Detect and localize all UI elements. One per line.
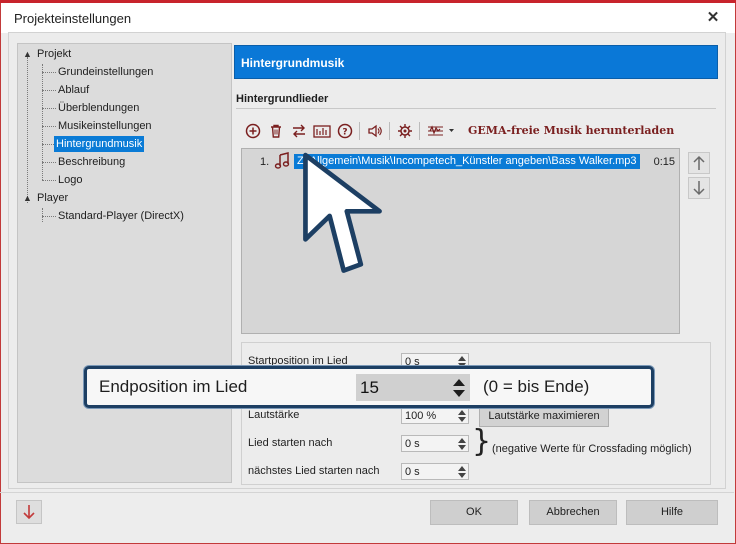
tree-item-musikeinstellungen[interactable]: Musikeinstellungen bbox=[56, 118, 154, 134]
start-after-stepper[interactable]: 0 s bbox=[401, 435, 469, 452]
tree-item-hintergrundmusik[interactable]: Hintergrundmusik bbox=[54, 136, 145, 152]
end-position-stepper[interactable]: 15 bbox=[356, 374, 470, 401]
help-icon[interactable]: ? bbox=[336, 122, 354, 140]
track-duration: 0:15 bbox=[653, 156, 675, 168]
settings-tree: ▲ ▲ Projekt Grundeinstellungen Ablauf Üb… bbox=[17, 43, 232, 483]
track-settings: Startposition im Lied 0 s Lautstärke 100… bbox=[241, 342, 711, 485]
move-down-button[interactable] bbox=[688, 177, 710, 199]
track-number: 1. bbox=[260, 156, 270, 168]
footer-arrow-button[interactable] bbox=[16, 500, 42, 524]
speaker-icon[interactable] bbox=[366, 122, 384, 140]
gema-download-link[interactable]: GEMA-freie Musik herunterladen bbox=[468, 124, 674, 137]
svg-text:?: ? bbox=[342, 128, 347, 138]
next-after-stepper[interactable]: 0 s bbox=[401, 463, 469, 480]
delete-icon[interactable] bbox=[267, 122, 285, 140]
pointer-cursor-icon bbox=[303, 152, 382, 273]
move-up-button[interactable] bbox=[688, 152, 710, 174]
tree-item-logo[interactable]: Logo bbox=[56, 172, 84, 188]
window-title: Projekteinstellungen bbox=[14, 11, 132, 26]
end-position-callout: Endposition im Lied 15 (0 = bis Ende) bbox=[84, 366, 654, 408]
crossfade-hint: (negative Werte für Crossfading möglich) bbox=[492, 443, 692, 455]
tree-item-standard-player[interactable]: Standard-Player (DirectX) bbox=[56, 208, 186, 224]
ok-button[interactable]: OK bbox=[430, 500, 518, 525]
title-bar: Projekteinstellungen ✕ bbox=[1, 3, 735, 33]
tree-item-grundeinstellungen[interactable]: Grundeinstellungen bbox=[56, 64, 155, 80]
arrow-down-icon bbox=[23, 505, 35, 520]
volume-stepper[interactable]: 100 % bbox=[401, 407, 469, 424]
arrow-down-icon bbox=[693, 181, 705, 196]
end-position-label: Endposition im Lied bbox=[99, 377, 248, 396]
section-title: Hintergrundlieder bbox=[236, 93, 329, 105]
tree-item-ablauf[interactable]: Ablauf bbox=[56, 82, 91, 98]
waveform-menu-icon[interactable] bbox=[426, 122, 456, 140]
spin-arrows-icon bbox=[453, 379, 465, 397]
footer-divider bbox=[0, 492, 734, 493]
section-divider bbox=[236, 108, 716, 109]
tree-item-player[interactable]: Player bbox=[35, 190, 70, 206]
help-button[interactable]: Hilfe bbox=[626, 500, 718, 525]
cancel-button[interactable]: Abbrechen bbox=[529, 500, 617, 525]
brace-icon: } bbox=[472, 424, 492, 459]
toolbar: ? GEMA-freie Musik herunterladen bbox=[240, 120, 700, 142]
maximize-volume-button[interactable]: Lautstärke maximieren bbox=[479, 405, 609, 427]
add-icon[interactable] bbox=[244, 122, 262, 140]
collapse-icon[interactable]: ▲ bbox=[23, 50, 32, 59]
arrow-up-icon bbox=[693, 155, 705, 170]
end-position-hint: (0 = bis Ende) bbox=[483, 377, 590, 396]
tree-item-projekt[interactable]: Projekt bbox=[35, 46, 73, 62]
volume-label: Lautstärke bbox=[248, 409, 300, 421]
collapse-icon[interactable]: ▲ bbox=[23, 194, 32, 203]
page-header: Hintergrundmusik bbox=[234, 45, 718, 79]
gear-icon[interactable] bbox=[396, 122, 414, 140]
tree-item-ueberblendungen[interactable]: Überblendungen bbox=[56, 100, 141, 116]
page-title: Hintergrundmusik bbox=[241, 56, 345, 70]
tree-item-beschreibung[interactable]: Beschreibung bbox=[56, 154, 127, 170]
next-after-label: nächstes Lied starten nach bbox=[248, 465, 380, 477]
music-note-icon bbox=[274, 152, 290, 173]
start-after-label: Lied starten nach bbox=[248, 437, 333, 449]
equalizer-icon[interactable] bbox=[313, 122, 331, 140]
swap-icon[interactable] bbox=[290, 122, 308, 140]
close-icon[interactable]: ✕ bbox=[703, 8, 723, 28]
